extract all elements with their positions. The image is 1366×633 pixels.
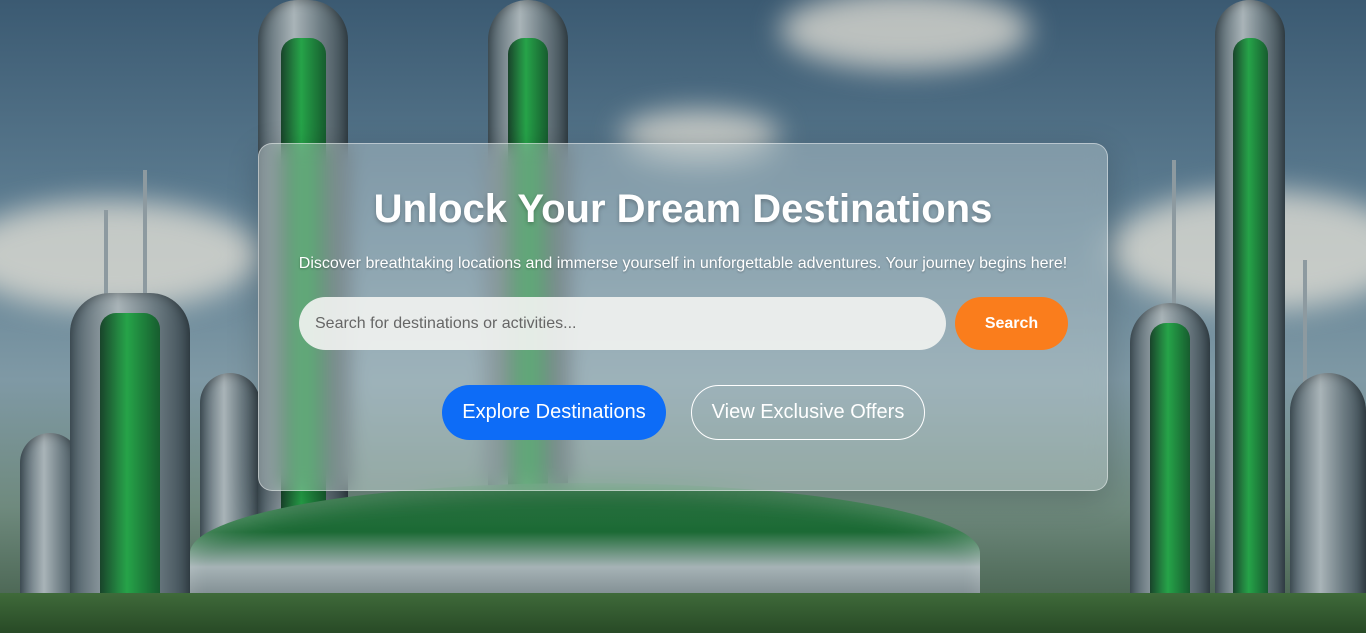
explore-destinations-button[interactable]: Explore Destinations [442, 385, 666, 440]
search-button[interactable]: Search [955, 297, 1068, 350]
view-exclusive-offers-button[interactable]: View Exclusive Offers [691, 385, 925, 440]
search-input[interactable] [299, 297, 946, 350]
hero-card: Unlock Your Dream Destinations Discover … [258, 143, 1108, 491]
hero-section: Unlock Your Dream Destinations Discover … [0, 0, 1366, 633]
hero-subtitle: Discover breathtaking locations and imme… [298, 255, 1068, 272]
hero-title: Unlock Your Dream Destinations [373, 187, 993, 231]
